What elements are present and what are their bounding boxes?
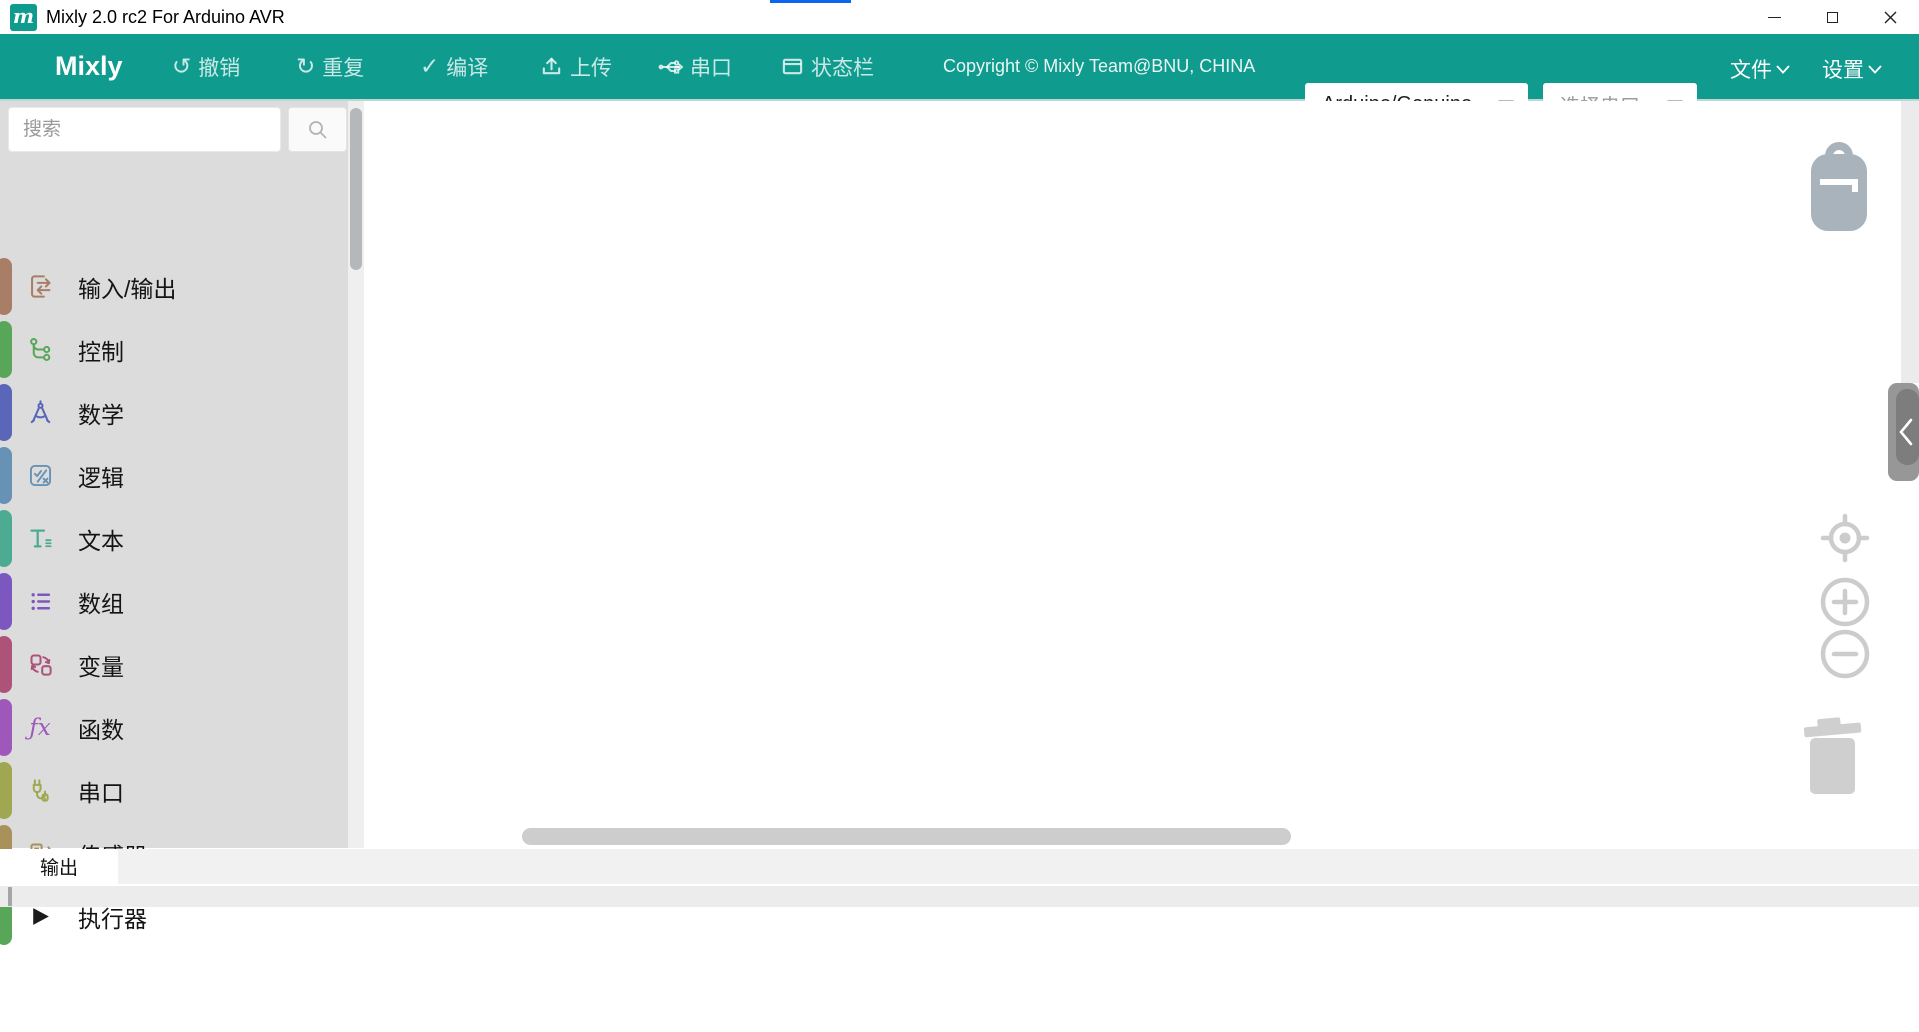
text-t-icon xyxy=(26,525,54,553)
blockly-workspace-canvas[interactable] xyxy=(364,101,1901,848)
variable-swap-icon xyxy=(26,651,54,679)
canvas-horizontal-scrollbar[interactable] xyxy=(522,828,1291,845)
category-label: 控制 xyxy=(78,333,124,367)
category-label: 串口 xyxy=(78,774,124,808)
sidebar-item-math[interactable]: 数学 xyxy=(0,381,348,444)
upload-label: 上传 xyxy=(570,52,612,82)
backpack-icon[interactable] xyxy=(1808,134,1870,232)
settings-menu[interactable]: 设置 xyxy=(1822,54,1882,84)
maximize-button[interactable] xyxy=(1803,0,1861,34)
category-label: 数学 xyxy=(78,396,124,430)
sidebar-item-text[interactable]: 文本 xyxy=(0,507,348,570)
category-color-bar xyxy=(0,573,12,630)
close-icon xyxy=(1884,11,1897,24)
serial-label: 串口 xyxy=(690,52,732,82)
sidebar-item-control[interactable]: 控制 xyxy=(0,318,348,381)
zoom-in-icon[interactable] xyxy=(1820,577,1870,627)
category-label: 逻辑 xyxy=(78,459,124,493)
serial-monitor-button[interactable]: 串口 xyxy=(657,34,732,99)
statusbar-toggle-button[interactable]: 状态栏 xyxy=(781,34,874,99)
category-color-bar xyxy=(0,258,12,315)
sidebar-item-io[interactable]: 输入/输出 xyxy=(0,255,348,318)
logic-check-icon xyxy=(26,462,54,490)
sidebar-item-array[interactable]: 数组 xyxy=(0,570,348,633)
main-toolbar: Mixly ↺ 撤销 ↻ 重复 ✓ 编译 上传 xyxy=(0,34,1919,101)
statusbar-label: 状态栏 xyxy=(811,52,874,82)
minimize-button[interactable] xyxy=(1745,0,1803,34)
category-label: 文本 xyxy=(78,522,124,556)
undo-button[interactable]: ↺ 撤销 xyxy=(172,34,240,99)
compile-button[interactable]: ✓ 编译 xyxy=(420,34,488,99)
minimize-icon xyxy=(1768,17,1781,18)
sidebar-item-serial[interactable]: 串口 xyxy=(0,759,348,822)
redo-icon: ↻ xyxy=(296,55,315,78)
category-label: 数组 xyxy=(78,585,124,619)
close-button[interactable] xyxy=(1861,0,1919,34)
category-color-bar xyxy=(0,699,12,756)
category-label: 输入/输出 xyxy=(78,270,176,304)
sidebar-scrollbar-track[interactable] xyxy=(348,101,364,848)
category-label: 函数 xyxy=(78,711,124,745)
file-menu[interactable]: 文件 xyxy=(1730,54,1790,84)
settings-menu-label: 设置 xyxy=(1822,54,1864,84)
category-color-bar xyxy=(0,762,12,819)
function-fx-icon: ƒx xyxy=(26,714,54,742)
sidebar-item-logic[interactable]: 逻辑 xyxy=(0,444,348,507)
tab-output-label: 输出 xyxy=(40,853,78,880)
mixly-logo-icon: m xyxy=(10,4,37,31)
output-console-scrollbar[interactable] xyxy=(8,887,12,906)
statusbar-window-icon xyxy=(781,55,804,78)
sidebar-item-function[interactable]: ƒx 函数 xyxy=(0,696,348,759)
brand-wordmark: Mixly xyxy=(55,51,123,82)
collapse-chevron-left-icon xyxy=(1899,418,1913,446)
search-icon xyxy=(307,119,329,141)
compile-check-icon: ✓ xyxy=(420,55,439,78)
trash-icon[interactable] xyxy=(1803,716,1863,796)
compile-label: 编译 xyxy=(446,52,488,82)
zoom-out-icon[interactable] xyxy=(1820,629,1870,679)
category-color-bar xyxy=(0,447,12,504)
bottom-tabbar: 输出 xyxy=(0,849,1919,884)
chevron-down-icon xyxy=(1776,65,1790,74)
titlebar-accent-strip xyxy=(770,0,851,3)
copyright-text: Copyright © Mixly Team@BNU, CHINA xyxy=(943,56,1255,77)
canvas-vertical-scrollbar[interactable] xyxy=(1901,101,1919,383)
category-color-bar xyxy=(0,321,12,378)
maximize-icon xyxy=(1827,12,1838,23)
undo-icon: ↺ xyxy=(172,55,191,78)
chevron-down-icon xyxy=(1868,65,1882,74)
file-menu-label: 文件 xyxy=(1730,54,1772,84)
mixly-app-window: m Mixly 2.0 rc2 For Arduino AVR Mixly ↺ … xyxy=(0,0,1919,1032)
sidebar-scrollbar-thumb[interactable] xyxy=(350,108,362,270)
math-compass-icon xyxy=(26,399,54,427)
category-color-bar xyxy=(0,510,12,567)
redo-label: 重复 xyxy=(322,52,364,82)
category-label: 变量 xyxy=(78,648,124,682)
control-branch-icon xyxy=(26,336,54,364)
redo-button[interactable]: ↻ 重复 xyxy=(296,34,364,99)
serial-cable-icon xyxy=(26,777,54,805)
upload-button[interactable]: 上传 xyxy=(540,34,612,99)
array-list-icon xyxy=(26,588,54,616)
category-color-bar xyxy=(0,384,12,441)
block-category-sidebar: 输入/输出 控制 数学 xyxy=(0,101,364,848)
search-input[interactable] xyxy=(8,107,281,152)
search-button[interactable] xyxy=(288,107,347,152)
sidebar-item-variable[interactable]: 变量 xyxy=(0,633,348,696)
category-color-bar xyxy=(0,636,12,693)
window-titlebar: m Mixly 2.0 rc2 For Arduino AVR xyxy=(0,0,1919,34)
output-console[interactable] xyxy=(0,886,1919,907)
upload-icon xyxy=(540,55,563,78)
code-panel-collapse-handle[interactable] xyxy=(1888,383,1919,481)
zoom-reset-icon[interactable] xyxy=(1820,513,1870,563)
undo-label: 撤销 xyxy=(198,52,240,82)
tab-output[interactable]: 输出 xyxy=(0,849,118,884)
io-icon xyxy=(26,273,54,301)
window-title: Mixly 2.0 rc2 For Arduino AVR xyxy=(46,7,285,28)
usb-serial-icon xyxy=(657,56,683,78)
